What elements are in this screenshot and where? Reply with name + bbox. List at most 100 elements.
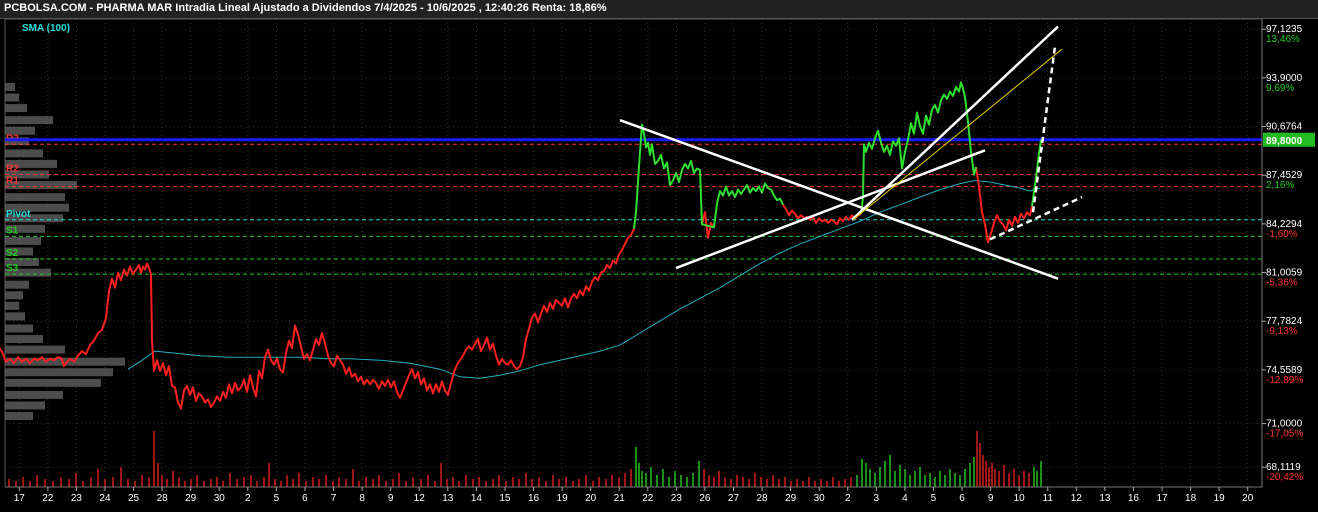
volume-bar <box>525 473 527 487</box>
volume-profile-bar <box>5 93 19 102</box>
y-tick-pct-label: 9,69% <box>1266 83 1294 94</box>
volume-bar <box>1028 473 1030 487</box>
volume-bar <box>988 467 990 487</box>
volume-bar <box>1023 471 1025 487</box>
volume-bar <box>243 477 245 487</box>
volume-bar <box>976 431 978 487</box>
pivot-label-pivot: Pivot <box>6 209 31 220</box>
volume-bar <box>949 469 951 487</box>
x-tick-label: 30 <box>814 493 826 504</box>
volume-bar <box>585 475 587 487</box>
y-tick-pct-label: 13,46% <box>1266 34 1300 45</box>
volume-bar <box>196 475 198 487</box>
volume-bar <box>141 475 143 487</box>
x-tick-label: 6 <box>959 493 965 504</box>
volume-bar <box>358 481 360 487</box>
volume-bar <box>60 477 62 487</box>
x-tick-label: 4 <box>902 493 908 504</box>
volume-bar <box>832 477 834 487</box>
y-tick-pct-label: -1,60% <box>1266 229 1298 240</box>
plot-frame <box>4 18 1263 488</box>
x-tick-label: 19 <box>557 493 569 504</box>
x-tick-label: 30 <box>214 493 226 504</box>
volume-bar <box>345 479 347 487</box>
volume-bar <box>624 473 626 487</box>
volume-bar <box>784 477 786 487</box>
volume-bar <box>874 473 876 487</box>
volume-bar <box>611 475 613 487</box>
x-tick-label: 9 <box>988 493 994 504</box>
volume-bar <box>52 481 54 487</box>
x-tick-label: 2 <box>845 493 851 504</box>
volume-profile-bar <box>5 104 27 113</box>
volume-bar <box>15 481 17 487</box>
volume-bar <box>808 477 810 487</box>
x-tick-label: 7 <box>331 493 337 504</box>
volume-bar <box>263 477 265 487</box>
volume-bar <box>1018 475 1020 487</box>
volume-bar <box>724 477 726 487</box>
volume-bar <box>919 467 921 487</box>
volume-bar <box>505 481 507 487</box>
x-tick-label: 23 <box>671 493 683 504</box>
y-tick-pct-label: -5,36% <box>1266 278 1298 289</box>
x-tick-label: 27 <box>728 493 740 504</box>
volume-bar <box>90 477 92 487</box>
volume-bar <box>856 475 858 487</box>
volume-bar <box>29 481 31 487</box>
volume-bar <box>838 481 840 487</box>
volume-bar <box>790 481 792 487</box>
volume-bar <box>440 463 442 487</box>
volume-bar <box>332 481 334 487</box>
volume-bar <box>889 455 891 487</box>
x-tick-label: 17 <box>14 493 26 504</box>
x-tick-label: 6 <box>302 493 308 504</box>
volume-bar <box>1008 473 1010 487</box>
volume-bar <box>991 463 993 487</box>
volume-bar <box>939 471 941 487</box>
volume-bar <box>36 475 38 487</box>
volume-bar <box>365 477 367 487</box>
volume-bar <box>826 481 828 487</box>
volume-profile-bar <box>5 301 19 310</box>
volume-bar <box>680 475 682 487</box>
volume-bar <box>104 479 106 487</box>
volume-bar <box>97 469 99 487</box>
volume-bar <box>598 477 600 487</box>
volume-bar <box>662 469 664 487</box>
volume-bar <box>161 475 163 487</box>
volume-bar <box>434 481 436 487</box>
volume-profile-bar <box>5 345 65 354</box>
volume-bar <box>954 473 956 487</box>
x-tick-label: 12 <box>414 493 426 504</box>
volume-bar <box>718 471 720 487</box>
x-tick-label: 25 <box>128 493 140 504</box>
volume-profile-bar <box>5 312 25 321</box>
volume-bar <box>268 463 270 487</box>
volume-bar <box>538 477 540 487</box>
volume-bar <box>75 473 77 487</box>
volume-bar <box>552 475 554 487</box>
x-tick-label: 15 <box>499 493 511 504</box>
volume-bar <box>210 479 212 487</box>
volume-bar <box>318 479 320 487</box>
volume-bar <box>884 461 886 487</box>
volume-bar <box>190 479 192 487</box>
volume-bar <box>465 475 467 487</box>
volume-profile-bar <box>5 116 53 125</box>
volume-bar <box>973 457 975 487</box>
volume-bar <box>899 465 901 487</box>
volume-bar <box>112 477 114 487</box>
volume-bar <box>638 463 640 487</box>
volume-bar <box>998 471 1000 487</box>
volume-bar <box>134 481 136 487</box>
volume-bar <box>153 431 155 487</box>
volume-profile-bar <box>5 378 101 387</box>
x-tick-label: 5 <box>274 493 280 504</box>
x-tick-label: 28 <box>157 493 169 504</box>
x-tick-label: 8 <box>359 493 365 504</box>
x-tick-label: 20 <box>1242 493 1254 504</box>
volume-bar <box>929 473 931 487</box>
volume-bar <box>531 479 533 487</box>
volume-bar <box>674 471 676 487</box>
